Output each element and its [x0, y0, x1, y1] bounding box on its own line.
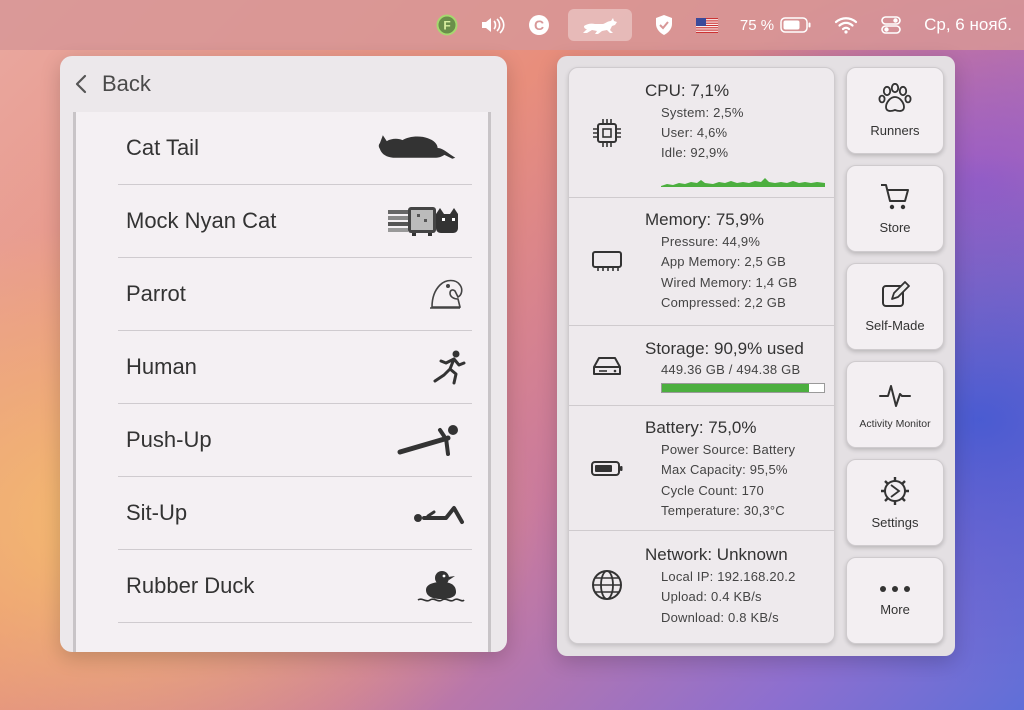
memory-title: Memory: 75,9% — [645, 210, 765, 229]
stats-card: CPU: 7,1% System: 2,5% User: 4,6% Idle: … — [568, 67, 835, 644]
memory-compressed: Compressed: 2,2 GB — [661, 295, 786, 310]
network-section: Network: Unknown Local IP: 192.168.20.2 … — [569, 531, 834, 643]
more-label: More — [880, 602, 910, 617]
globe-icon — [592, 570, 622, 600]
memory-chip-icon — [592, 251, 622, 271]
runner-name: Human — [126, 354, 197, 379]
us-flag-icon[interactable] — [695, 9, 718, 41]
storage-drive-icon — [593, 357, 621, 375]
battery-percent-label: 75 % — [739, 16, 775, 34]
battery-section: Battery: 75,0% Power Source: Battery Max… — [569, 406, 834, 531]
cat-tail-icon — [376, 123, 472, 173]
network-title: Network: Unknown — [645, 545, 788, 564]
self-made-label: Self-Made — [865, 318, 925, 333]
menu-bar: F C 75 % Ср, 6 нояб. — [0, 0, 1024, 50]
memory-pressure: Pressure: 44,9% — [661, 234, 761, 249]
battery-cycle-count: Cycle Count: 170 — [661, 483, 764, 498]
network-upload: Upload: 0.4 KB/s — [661, 589, 762, 604]
runner-item-human[interactable]: Human — [118, 331, 472, 404]
battery-status[interactable]: 75 % — [740, 9, 812, 41]
clipboard-c-icon[interactable]: C — [528, 9, 550, 41]
battery-source: Power Source: Battery — [661, 442, 796, 457]
runner-name: Cat Tail — [126, 135, 199, 160]
menubar-date[interactable]: Ср, 6 нояб. — [924, 9, 1012, 41]
memory-app: App Memory: 2,5 GB — [661, 254, 786, 269]
storage-section: Storage: 90,9% used 449.36 GB / 494.38 G… — [569, 326, 834, 406]
push-up-icon — [376, 415, 472, 465]
shield-check-icon[interactable] — [654, 9, 674, 41]
battery-icon — [780, 17, 811, 33]
waveform-icon — [879, 384, 911, 407]
cpu-chip-icon — [593, 119, 621, 147]
runner-list[interactable]: Cat Tail Mock Nyan Cat Parrot Human Push… — [73, 112, 491, 652]
runner-selection-panel: Back Cat Tail Mock Nyan Cat Parrot Human — [60, 56, 507, 652]
cpu-idle: Idle: 92,9% — [661, 145, 729, 160]
runner-item-cat-tail[interactable]: Cat Tail — [118, 112, 472, 185]
battery-temperature: Temperature: 30,3°C — [661, 503, 785, 518]
ellipsis-icon — [880, 586, 910, 592]
edit-icon — [882, 281, 910, 307]
panel-header: Back — [60, 56, 507, 112]
app-f-icon[interactable]: F — [436, 9, 458, 41]
nyan-cat-icon — [376, 196, 472, 246]
cpu-system: System: 2,5% — [661, 105, 744, 120]
paw-icon — [878, 83, 912, 112]
rubber-duck-icon — [376, 561, 472, 611]
sit-up-icon — [376, 488, 472, 538]
runner-item-sit-up[interactable]: Sit-Up — [118, 477, 472, 550]
battery-title: Battery: 75,0% — [645, 418, 757, 437]
network-download: Download: 0.8 KB/s — [661, 610, 779, 625]
cart-icon — [881, 184, 909, 210]
store-label: Store — [879, 220, 911, 235]
cpu-user: User: 4,6% — [661, 125, 728, 140]
cpu-usage-graph — [661, 178, 825, 187]
system-stats-panel: CPU: 7,1% System: 2,5% User: 4,6% Idle: … — [557, 56, 955, 656]
store-button[interactable]: Store — [846, 165, 944, 252]
svg-text:F: F — [443, 19, 450, 33]
runners-label: Runners — [870, 123, 920, 138]
storage-usage: 449.36 GB / 494.38 GB — [661, 362, 801, 377]
runner-item-empty — [118, 623, 472, 652]
memory-wired: Wired Memory: 1,4 GB — [661, 275, 798, 290]
running-human-icon — [376, 342, 472, 392]
runners-button[interactable]: Runners — [846, 67, 944, 154]
activity-monitor-button[interactable]: Activity Monitor — [846, 361, 944, 448]
wifi-icon[interactable] — [834, 9, 858, 41]
storage-progress-bar — [661, 383, 825, 393]
volume-icon[interactable] — [480, 9, 506, 41]
runner-item-parrot[interactable]: Parrot — [118, 258, 472, 331]
runner-name: Sit-Up — [126, 500, 188, 525]
runner-name: Parrot — [126, 281, 186, 306]
battery-max-capacity: Max Capacity: 95,5% — [661, 462, 788, 477]
chevron-left-icon — [75, 74, 87, 94]
control-center-icon[interactable] — [880, 9, 902, 41]
storage-title: Storage: 90,9% used — [645, 339, 804, 358]
back-button[interactable]: Back — [74, 71, 151, 97]
svg-text:C: C — [534, 17, 544, 33]
storage-progress-fill — [662, 384, 810, 392]
activity-monitor-label: Activity Monitor — [859, 417, 931, 430]
gear-icon — [881, 477, 909, 505]
runcat-menu-icon[interactable] — [567, 9, 632, 41]
settings-button[interactable]: Settings — [846, 459, 944, 546]
cpu-title: CPU: 7,1% — [645, 81, 730, 100]
runner-name: Rubber Duck — [126, 573, 255, 598]
runner-name: Mock Nyan Cat — [126, 208, 277, 233]
runner-item-mock-nyan-cat[interactable]: Mock Nyan Cat — [118, 185, 472, 258]
parrot-icon — [376, 269, 472, 319]
self-made-button[interactable]: Self-Made — [846, 263, 944, 350]
cpu-section: CPU: 7,1% System: 2,5% User: 4,6% Idle: … — [569, 68, 834, 198]
back-label: Back — [102, 71, 151, 96]
runner-item-push-up[interactable]: Push-Up — [118, 404, 472, 477]
memory-section: Memory: 75,9% Pressure: 44,9% App Memory… — [569, 198, 834, 326]
settings-label: Settings — [871, 515, 919, 530]
network-local-ip: Local IP: 192.168.20.2 — [661, 569, 796, 584]
runner-name: Push-Up — [126, 427, 212, 452]
battery-icon — [591, 461, 623, 476]
runner-item-rubber-duck[interactable]: Rubber Duck — [118, 550, 472, 623]
more-button[interactable]: More — [846, 557, 944, 644]
